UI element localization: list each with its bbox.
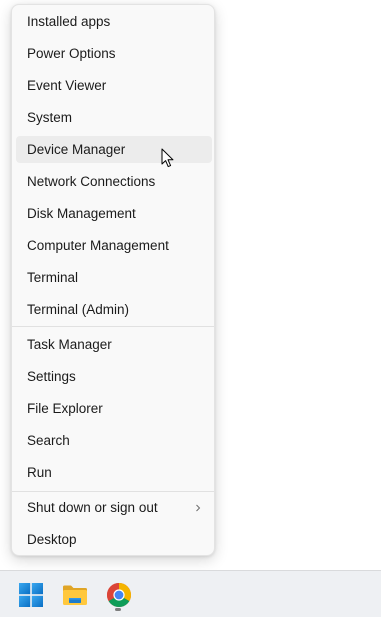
menu-item-label: Shut down or sign out <box>27 500 158 515</box>
menu-item-disk-management[interactable]: Disk Management <box>16 200 212 227</box>
windows-start-icon[interactable] <box>17 581 45 609</box>
menu-item-label: Installed apps <box>27 14 111 29</box>
menu-separator <box>12 491 214 492</box>
menu-item-label: Desktop <box>27 532 77 547</box>
menu-item-run[interactable]: Run <box>16 459 212 486</box>
winx-context-menu: Installed apps Power Options Event Viewe… <box>11 4 215 556</box>
chrome-icon[interactable] <box>105 581 133 609</box>
taskbar <box>0 570 381 617</box>
menu-item-desktop[interactable]: Desktop <box>16 526 212 553</box>
menu-item-installed-apps[interactable]: Installed apps <box>16 8 212 35</box>
menu-separator <box>12 326 214 327</box>
menu-item-power-options[interactable]: Power Options <box>16 40 212 67</box>
menu-item-label: Network Connections <box>27 174 156 189</box>
menu-item-label: System <box>27 110 73 125</box>
menu-item-device-manager[interactable]: Device Manager <box>16 136 212 163</box>
menu-item-file-explorer[interactable]: File Explorer <box>16 395 212 422</box>
menu-item-task-manager[interactable]: Task Manager <box>16 331 212 358</box>
mouse-pointer-icon <box>161 148 174 168</box>
menu-item-label: Settings <box>27 369 76 384</box>
menu-item-shut-down-or-sign-out[interactable]: Shut down or sign out <box>16 494 212 521</box>
menu-item-computer-management[interactable]: Computer Management <box>16 232 212 259</box>
menu-item-settings[interactable]: Settings <box>16 363 212 390</box>
menu-item-label: Disk Management <box>27 206 136 221</box>
menu-item-label: Power Options <box>27 46 116 61</box>
menu-item-search[interactable]: Search <box>16 427 212 454</box>
menu-item-label: Computer Management <box>27 238 169 253</box>
running-indicator <box>115 608 121 611</box>
menu-item-event-viewer[interactable]: Event Viewer <box>16 72 212 99</box>
chevron-right-icon <box>196 504 201 511</box>
menu-item-label: Search <box>27 433 70 448</box>
menu-item-network-connections[interactable]: Network Connections <box>16 168 212 195</box>
menu-item-label: Run <box>27 465 52 480</box>
file-explorer-icon[interactable] <box>61 581 89 609</box>
menu-item-label: Device Manager <box>27 142 126 157</box>
menu-item-label: Event Viewer <box>27 78 107 93</box>
menu-item-label: Task Manager <box>27 337 112 352</box>
menu-item-terminal-admin[interactable]: Terminal (Admin) <box>16 296 212 323</box>
menu-item-label: Terminal <box>27 270 79 285</box>
menu-item-system[interactable]: System <box>16 104 212 131</box>
menu-item-terminal[interactable]: Terminal <box>16 264 212 291</box>
menu-item-label: File Explorer <box>27 401 103 416</box>
menu-item-label: Terminal (Admin) <box>27 302 130 317</box>
